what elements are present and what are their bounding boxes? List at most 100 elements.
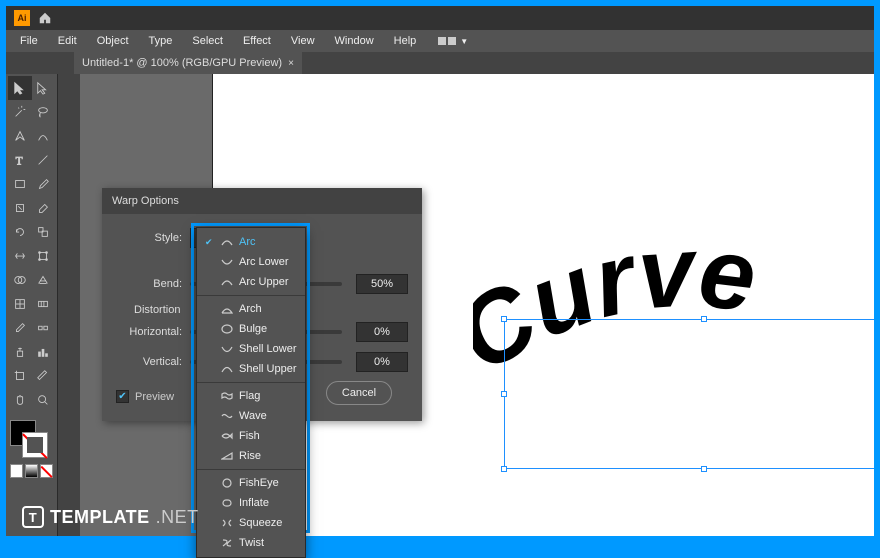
stroke-swatch[interactable]: [22, 432, 48, 458]
dropdown-item-rise[interactable]: Rise: [197, 446, 305, 466]
eraser-tool[interactable]: [32, 196, 56, 220]
dropdown-item-shell-lower[interactable]: Shell Lower: [197, 339, 305, 359]
bend-input[interactable]: 50%: [356, 274, 408, 294]
symbol-sprayer-tool[interactable]: [8, 340, 32, 364]
resize-handle[interactable]: [501, 466, 507, 472]
selection-bounding-box[interactable]: [504, 319, 874, 469]
menu-separator: [197, 382, 305, 383]
none-mode-icon[interactable]: [40, 464, 53, 478]
menu-help[interactable]: Help: [386, 33, 425, 49]
cancel-button[interactable]: Cancel: [326, 381, 392, 405]
column-graph-tool[interactable]: [32, 340, 56, 364]
line-tool[interactable]: [32, 148, 56, 172]
dropdown-item-flag[interactable]: Flag: [197, 386, 305, 406]
horizontal-label: Horizontal:: [116, 326, 182, 338]
shape-builder-tool[interactable]: [8, 268, 32, 292]
tab-label: Untitled-1* @ 100% (RGB/GPU Preview): [82, 57, 282, 69]
document-tab[interactable]: Untitled-1* @ 100% (RGB/GPU Preview) ×: [74, 52, 302, 74]
direct-selection-tool[interactable]: [32, 76, 56, 100]
warp-style-icon: [221, 451, 233, 461]
pen-tool[interactable]: [8, 124, 32, 148]
warp-style-icon: [221, 324, 233, 334]
dropdown-item-fish[interactable]: Fish: [197, 426, 305, 446]
artboard-tool[interactable]: [8, 364, 32, 388]
free-transform-tool[interactable]: [32, 244, 56, 268]
warp-style-icon: [221, 518, 233, 528]
dropdown-item-label: FishEye: [239, 477, 279, 489]
menu-effect[interactable]: Effect: [235, 33, 279, 49]
dropdown-item-wave[interactable]: Wave: [197, 406, 305, 426]
color-swatch[interactable]: [8, 418, 55, 480]
rotate-tool[interactable]: [8, 220, 32, 244]
mesh-tool[interactable]: [8, 292, 32, 316]
perspective-grid-tool[interactable]: [32, 268, 56, 292]
dropdown-item-label: Fish: [239, 430, 260, 442]
dropdown-item-arc-lower[interactable]: Arc Lower: [197, 252, 305, 272]
check-icon: ✔: [205, 237, 215, 248]
watermark-icon: T: [22, 506, 44, 528]
color-mode-icon[interactable]: [10, 464, 23, 478]
shaper-tool[interactable]: [8, 196, 32, 220]
dropdown-item-arch[interactable]: Arch: [197, 299, 305, 319]
paintbrush-tool[interactable]: [32, 172, 56, 196]
watermark-suffix: .NET: [156, 507, 199, 528]
dialog-title: Warp Options: [102, 188, 422, 214]
resize-handle[interactable]: [701, 316, 707, 322]
vertical-input[interactable]: 0%: [356, 352, 408, 372]
menu-file[interactable]: File: [12, 33, 46, 49]
dropdown-item-label: Arc: [239, 236, 256, 248]
lasso-tool[interactable]: [32, 100, 56, 124]
dropdown-item-bulge[interactable]: Bulge: [197, 319, 305, 339]
warp-style-icon: [221, 411, 233, 421]
menu-separator: [197, 469, 305, 470]
zoom-tool[interactable]: [32, 388, 56, 412]
dropdown-item-arc-upper[interactable]: Arc Upper: [197, 272, 305, 292]
menu-view[interactable]: View: [283, 33, 323, 49]
document-tab-bar: Untitled-1* @ 100% (RGB/GPU Preview) ×: [6, 52, 874, 74]
dropdown-item-twist[interactable]: Twist: [197, 533, 305, 553]
slice-tool[interactable]: [32, 364, 56, 388]
dropdown-item-fisheye[interactable]: FishEye: [197, 473, 305, 493]
warp-style-icon: [221, 498, 233, 508]
gradient-tool[interactable]: [32, 292, 56, 316]
preview-checkbox[interactable]: ✔: [116, 390, 129, 403]
width-tool[interactable]: [8, 244, 32, 268]
vertical-label: Vertical:: [116, 356, 182, 368]
dropdown-item-shell-upper[interactable]: Shell Upper: [197, 359, 305, 379]
menu-edit[interactable]: Edit: [50, 33, 85, 49]
resize-handle[interactable]: [501, 316, 507, 322]
workspace-switcher-icon[interactable]: ▼: [438, 37, 468, 46]
menu-select[interactable]: Select: [184, 33, 231, 49]
blend-tool[interactable]: [32, 316, 56, 340]
preview-label: Preview: [135, 391, 174, 403]
hand-tool[interactable]: [8, 388, 32, 412]
dropdown-item-label: Wave: [239, 410, 267, 422]
resize-handle[interactable]: [501, 391, 507, 397]
selection-tool[interactable]: [8, 76, 32, 100]
magic-wand-tool[interactable]: [8, 100, 32, 124]
warp-style-icon: [221, 538, 233, 548]
menu-window[interactable]: Window: [327, 33, 382, 49]
scale-tool[interactable]: [32, 220, 56, 244]
home-icon[interactable]: [38, 11, 52, 25]
dropdown-item-label: Flag: [239, 390, 260, 402]
resize-handle[interactable]: [701, 466, 707, 472]
menu-type[interactable]: Type: [141, 33, 181, 49]
dropdown-item-label: Inflate: [239, 497, 269, 509]
dropdown-item-arc[interactable]: ✔ Arc: [197, 232, 305, 252]
dropdown-item-inflate[interactable]: Inflate: [197, 493, 305, 513]
warp-style-icon: [221, 277, 233, 287]
curvature-tool[interactable]: [32, 124, 56, 148]
rectangle-tool[interactable]: [8, 172, 32, 196]
menu-object[interactable]: Object: [89, 33, 137, 49]
type-tool[interactable]: T: [8, 148, 32, 172]
dropdown-item-label: Arc Lower: [239, 256, 289, 268]
close-icon[interactable]: ×: [288, 58, 294, 69]
app-window: Ai File Edit Object Type Select Effect V…: [6, 6, 874, 536]
gradient-mode-icon[interactable]: [25, 464, 38, 478]
horizontal-input[interactable]: 0%: [356, 322, 408, 342]
watermark-brand: TEMPLATE: [50, 507, 150, 528]
eyedropper-tool[interactable]: [8, 316, 32, 340]
warp-style-icon: [221, 364, 233, 374]
dropdown-item-squeeze[interactable]: Squeeze: [197, 513, 305, 533]
